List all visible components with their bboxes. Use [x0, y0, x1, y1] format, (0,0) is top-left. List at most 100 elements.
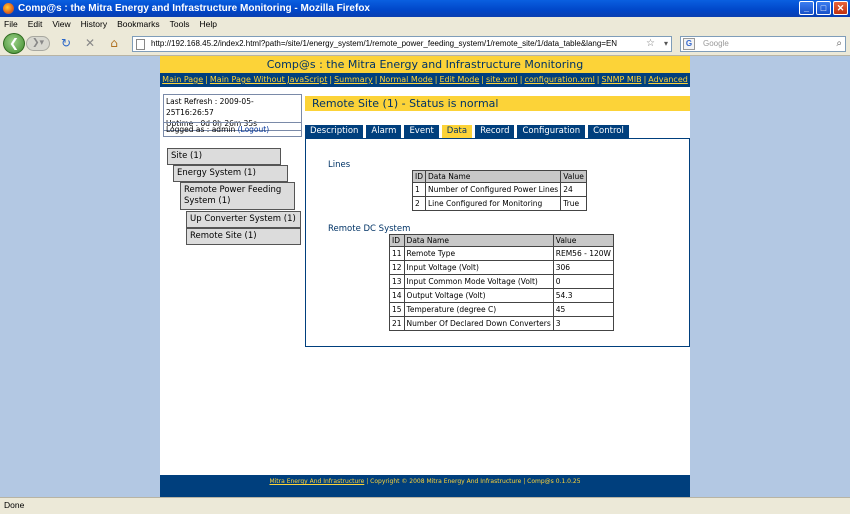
- tab-configuration[interactable]: Configuration: [517, 125, 586, 138]
- table-row: 14 Output Voltage (Volt) 54.3: [389, 288, 614, 303]
- cell-id: 15: [389, 302, 405, 317]
- link-configuration-xml[interactable]: configuration.xml: [524, 75, 594, 84]
- menu-help[interactable]: Help: [199, 17, 216, 31]
- col-id: ID: [412, 170, 426, 183]
- menu-file[interactable]: File: [4, 17, 18, 31]
- menu-tools[interactable]: Tools: [170, 17, 190, 31]
- page-viewport: Comp@s : the Mitra Energy and Infrastruc…: [0, 56, 850, 497]
- cell-value: REM56 - 120W: [552, 246, 614, 261]
- menu-bar: File Edit View History Bookmarks Tools H…: [0, 17, 850, 31]
- status-title: Remote Site (1) - Status is normal: [305, 96, 690, 111]
- col-data-name: Data Name: [424, 170, 562, 183]
- cell-id: 11: [389, 246, 405, 261]
- window-titlebar: Comp@s : the Mitra Energy and Infrastruc…: [0, 0, 850, 17]
- cell-data-name: Line Configured for Monitoring: [424, 196, 562, 211]
- link-summary[interactable]: Summary: [334, 75, 373, 84]
- tab-record[interactable]: Record: [475, 125, 515, 138]
- search-input[interactable]: G Google ⌕: [680, 36, 846, 52]
- table-row: 21 Number Of Declared Down Converters 3: [389, 316, 614, 331]
- tree-up-converter[interactable]: Up Converter System (1): [186, 211, 301, 228]
- link-normal-mode[interactable]: Normal Mode: [379, 75, 432, 84]
- tree-energy-system[interactable]: Energy System (1): [173, 165, 288, 182]
- status-bar: Done: [0, 497, 850, 514]
- cell-id: 12: [389, 260, 405, 275]
- cell-value: 45: [552, 302, 614, 317]
- search-icon[interactable]: ⌕: [836, 37, 842, 51]
- cell-id: 13: [389, 274, 405, 289]
- url-dropdown-icon[interactable]: ▾: [664, 37, 668, 51]
- link-advanced[interactable]: Advanced: [648, 75, 688, 84]
- cell-value: 3: [552, 316, 614, 331]
- table-row: 2 Line Configured for Monitoring True: [412, 196, 587, 211]
- back-button[interactable]: ❮: [3, 33, 25, 54]
- cell-id: 2: [412, 196, 426, 211]
- window-title: Comp@s : the Mitra Energy and Infrastruc…: [18, 3, 370, 14]
- nav-links: Main Page | Main Page Without JavaScript | S…: [160, 73, 690, 87]
- menu-view[interactable]: View: [52, 17, 70, 31]
- menu-edit[interactable]: Edit: [28, 17, 43, 31]
- tab-data[interactable]: Data: [441, 125, 473, 138]
- site-header: Comp@s : the Mitra Energy and Infrastruc…: [160, 56, 690, 73]
- tab-bar: Description Alarm Event Data Record Conf…: [305, 125, 629, 138]
- tree-remote-power-feeding[interactable]: Remote Power Feeding System (1): [180, 182, 295, 210]
- logged-as: Logged as : admin: [166, 125, 236, 134]
- table-header-row: ID Data Name Value: [412, 170, 587, 183]
- cell-id: 14: [389, 288, 405, 303]
- footer-version: Comp@s 0.1.0.25: [527, 478, 581, 485]
- link-snmp-mib[interactable]: SNMP MIB: [602, 75, 642, 84]
- close-button[interactable]: ✕: [833, 1, 848, 15]
- link-site-xml[interactable]: site.xml: [486, 75, 518, 84]
- page-icon: [136, 39, 145, 50]
- url-bar[interactable]: http://192.168.45.2/index2.html?path=/si…: [132, 36, 672, 52]
- menu-history[interactable]: History: [81, 17, 107, 31]
- cell-data-name: Input Voltage (Volt): [403, 260, 554, 275]
- menu-bookmarks[interactable]: Bookmarks: [117, 17, 160, 31]
- bookmark-star-icon[interactable]: ☆: [646, 37, 655, 51]
- page-footer: Mitra Energy And Infrastructure | Copyri…: [160, 475, 690, 497]
- link-edit-mode[interactable]: Edit Mode: [439, 75, 479, 84]
- firefox-icon: [3, 3, 14, 14]
- cell-data-name: Number Of Declared Down Converters: [403, 316, 554, 331]
- cell-value: 0: [552, 274, 614, 289]
- cell-data-name: Remote Type: [403, 246, 554, 261]
- footer-copyright: Copyright © 2008 Mitra Energy And Infras…: [370, 478, 522, 485]
- table-row: 12 Input Voltage (Volt) 306: [389, 260, 614, 275]
- url-text: http://192.168.45.2/index2.html?path=/si…: [151, 39, 618, 48]
- table-row: 13 Input Common Mode Voltage (Volt) 0: [389, 274, 614, 289]
- tab-description[interactable]: Description: [305, 125, 364, 138]
- col-id: ID: [389, 234, 405, 247]
- cell-data-name: Temperature (degree C): [403, 302, 554, 317]
- table-row: 11 Remote Type REM56 - 120W: [389, 246, 614, 261]
- last-refresh: Last Refresh : 2009-05-25T16:26:57: [166, 97, 254, 117]
- cell-id: 1: [412, 182, 426, 197]
- logout-link[interactable]: (Logout): [238, 125, 270, 134]
- col-value: Value: [560, 170, 587, 183]
- tree-site[interactable]: Site (1): [167, 148, 281, 165]
- cell-data-name: Output Voltage (Volt): [403, 288, 554, 303]
- cell-value: 24: [560, 182, 587, 197]
- link-main-page-no-js[interactable]: Main Page Without JavaScript: [210, 75, 327, 84]
- google-icon[interactable]: G: [683, 38, 695, 50]
- status-text: Done: [4, 500, 25, 510]
- minimize-button[interactable]: _: [799, 1, 814, 15]
- tab-control[interactable]: Control: [588, 125, 629, 138]
- cell-value: 306: [552, 260, 614, 275]
- col-data-name: Data Name: [403, 234, 554, 247]
- tab-alarm[interactable]: Alarm: [366, 125, 402, 138]
- link-main-page[interactable]: Main Page: [162, 75, 203, 84]
- forward-button[interactable]: ❯▾: [26, 36, 50, 51]
- login-info: Logged as : admin (Logout): [163, 122, 302, 137]
- tab-event[interactable]: Event: [404, 125, 439, 138]
- table-row: 1 Number of Configured Power Lines 24: [412, 182, 587, 197]
- navigation-toolbar: ❮ ❯▾ ↻ ✕ ⌂ http://192.168.45.2/index2.ht…: [0, 31, 850, 56]
- cell-value: 54.3: [552, 288, 614, 303]
- home-icon[interactable]: ⌂: [107, 37, 121, 50]
- lines-section-title: Lines: [328, 160, 351, 170]
- maximize-button[interactable]: □: [816, 1, 831, 15]
- tree-remote-site[interactable]: Remote Site (1): [186, 228, 301, 245]
- data-panel: Lines ID Data Name Value 1 Number of Conf…: [305, 138, 690, 347]
- stop-icon[interactable]: ✕: [83, 37, 97, 50]
- window-controls: _ □ ✕: [799, 1, 848, 15]
- reload-icon[interactable]: ↻: [59, 37, 73, 50]
- footer-company-link[interactable]: Mitra Energy And Infrastructure: [269, 478, 364, 485]
